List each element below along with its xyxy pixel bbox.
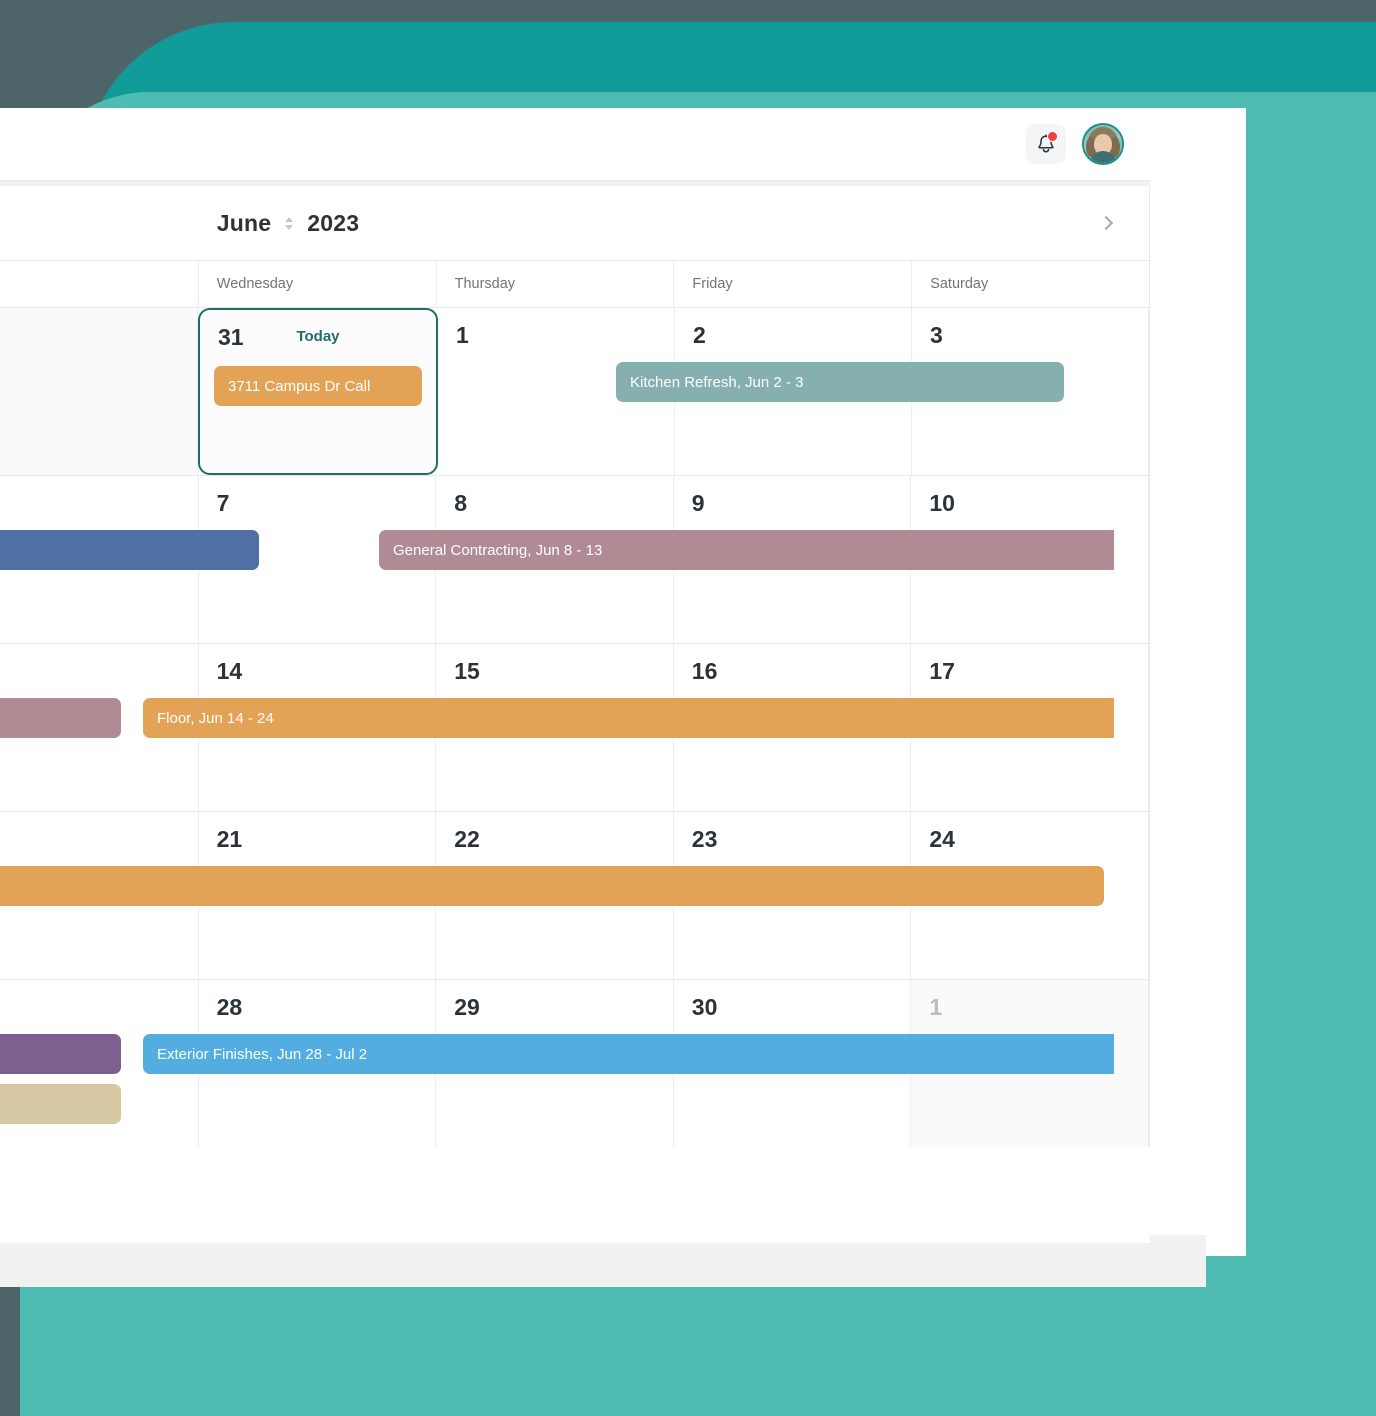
day-number: 29	[454, 994, 480, 1020]
chevron-right-icon	[1098, 215, 1114, 231]
day-of-week-header: Friday	[674, 261, 913, 307]
calendar-week-row: 28 29 30 1 Exterior Finishes, Jun 28 - Jul 2	[0, 980, 1149, 1147]
day-number: 17	[929, 658, 955, 684]
day-number: 30	[691, 994, 718, 1020]
day-number: 21	[216, 826, 243, 852]
calendar-event-bar[interactable]: Floor, Jun 14 - 24	[143, 698, 1114, 738]
day-number: 2	[693, 322, 706, 348]
calendar-event-bar[interactable]	[0, 1034, 121, 1074]
day-number: 8	[454, 490, 467, 516]
day-of-week-header: Wednesday	[199, 261, 437, 307]
day-number: 9	[691, 490, 705, 516]
top-bar	[0, 108, 1150, 180]
calendar-day-cell[interactable]	[0, 308, 198, 475]
calendar: June 2023 ayWednesdayThursdayFriday Satur…	[0, 186, 1150, 1147]
month-year-group: June 2023	[0, 210, 1149, 237]
day-number: 14	[216, 658, 243, 684]
calendar-year: 2023	[307, 209, 360, 236]
notification-badge-dot	[1047, 131, 1058, 142]
calendar-event-bar[interactable]	[0, 1084, 121, 1124]
day-of-week-header: ay	[0, 261, 199, 307]
calendar-month: June	[216, 209, 272, 236]
calendar-event-bar[interactable]	[0, 530, 259, 570]
day-number: 1	[456, 322, 469, 348]
calendar-event-bar[interactable]	[0, 866, 1104, 906]
day-number: 10	[929, 490, 955, 516]
stepper-down-icon	[285, 224, 294, 230]
calendar-event-bar[interactable]	[0, 698, 121, 738]
next-month-button[interactable]	[1093, 210, 1119, 236]
day-of-week-row: ayWednesdayThursdayFriday Saturday	[0, 261, 1149, 308]
calendar-event-bar[interactable]: Exterior Finishes, Jun 28 - Jul 2	[143, 1034, 1114, 1074]
day-of-week-header: Thursday	[437, 261, 675, 307]
calendar-week-row: 21 22 23 24	[0, 812, 1149, 980]
calendar-week-row: 14 15 16 17 Floor, Jun 14 - 24	[0, 644, 1149, 812]
day-number: 7	[216, 490, 230, 516]
day-number: 16	[691, 658, 718, 684]
calendar-event-bar[interactable]: Kitchen Refresh, Jun 2 - 3	[616, 362, 1064, 402]
calendar-week-row: 31 Today 3711 Campus Dr Call 1 2 3 Kitchen Ref…	[0, 308, 1149, 476]
up-down-stepper-icon[interactable]	[285, 216, 294, 230]
avatar[interactable]	[1082, 123, 1124, 165]
day-number: 22	[454, 826, 480, 852]
day-number: 3	[930, 322, 943, 348]
calendar-day-cell-today[interactable]: 31 Today 3711 Campus Dr Call	[198, 308, 438, 475]
calendar-weeks: 3 1 Today 3711 Campus Dr Call 1 2 3 Kitchen Ref…	[0, 308, 1149, 1147]
day-number: 1	[929, 994, 943, 1020]
day-number: 24	[929, 826, 955, 852]
today-label: Today	[296, 328, 340, 345]
notifications-button[interactable]	[1026, 124, 1066, 164]
day-number: 23	[691, 826, 718, 852]
calendar-week-row: 7 8 9 10 General Contracting, Jun 8 - 13	[0, 476, 1149, 644]
calendar-header: June 2023	[0, 186, 1149, 261]
day-number: 28	[216, 994, 243, 1020]
stepper-up-icon	[285, 216, 294, 222]
day-number: 15	[454, 658, 480, 684]
day-of-week-header: Saturday	[930, 276, 989, 292]
calendar-event-bar[interactable]: General Contracting, Jun 8 - 13	[379, 530, 1114, 570]
calendar-event-pill[interactable]: 3711 Campus Dr Call	[214, 366, 422, 406]
